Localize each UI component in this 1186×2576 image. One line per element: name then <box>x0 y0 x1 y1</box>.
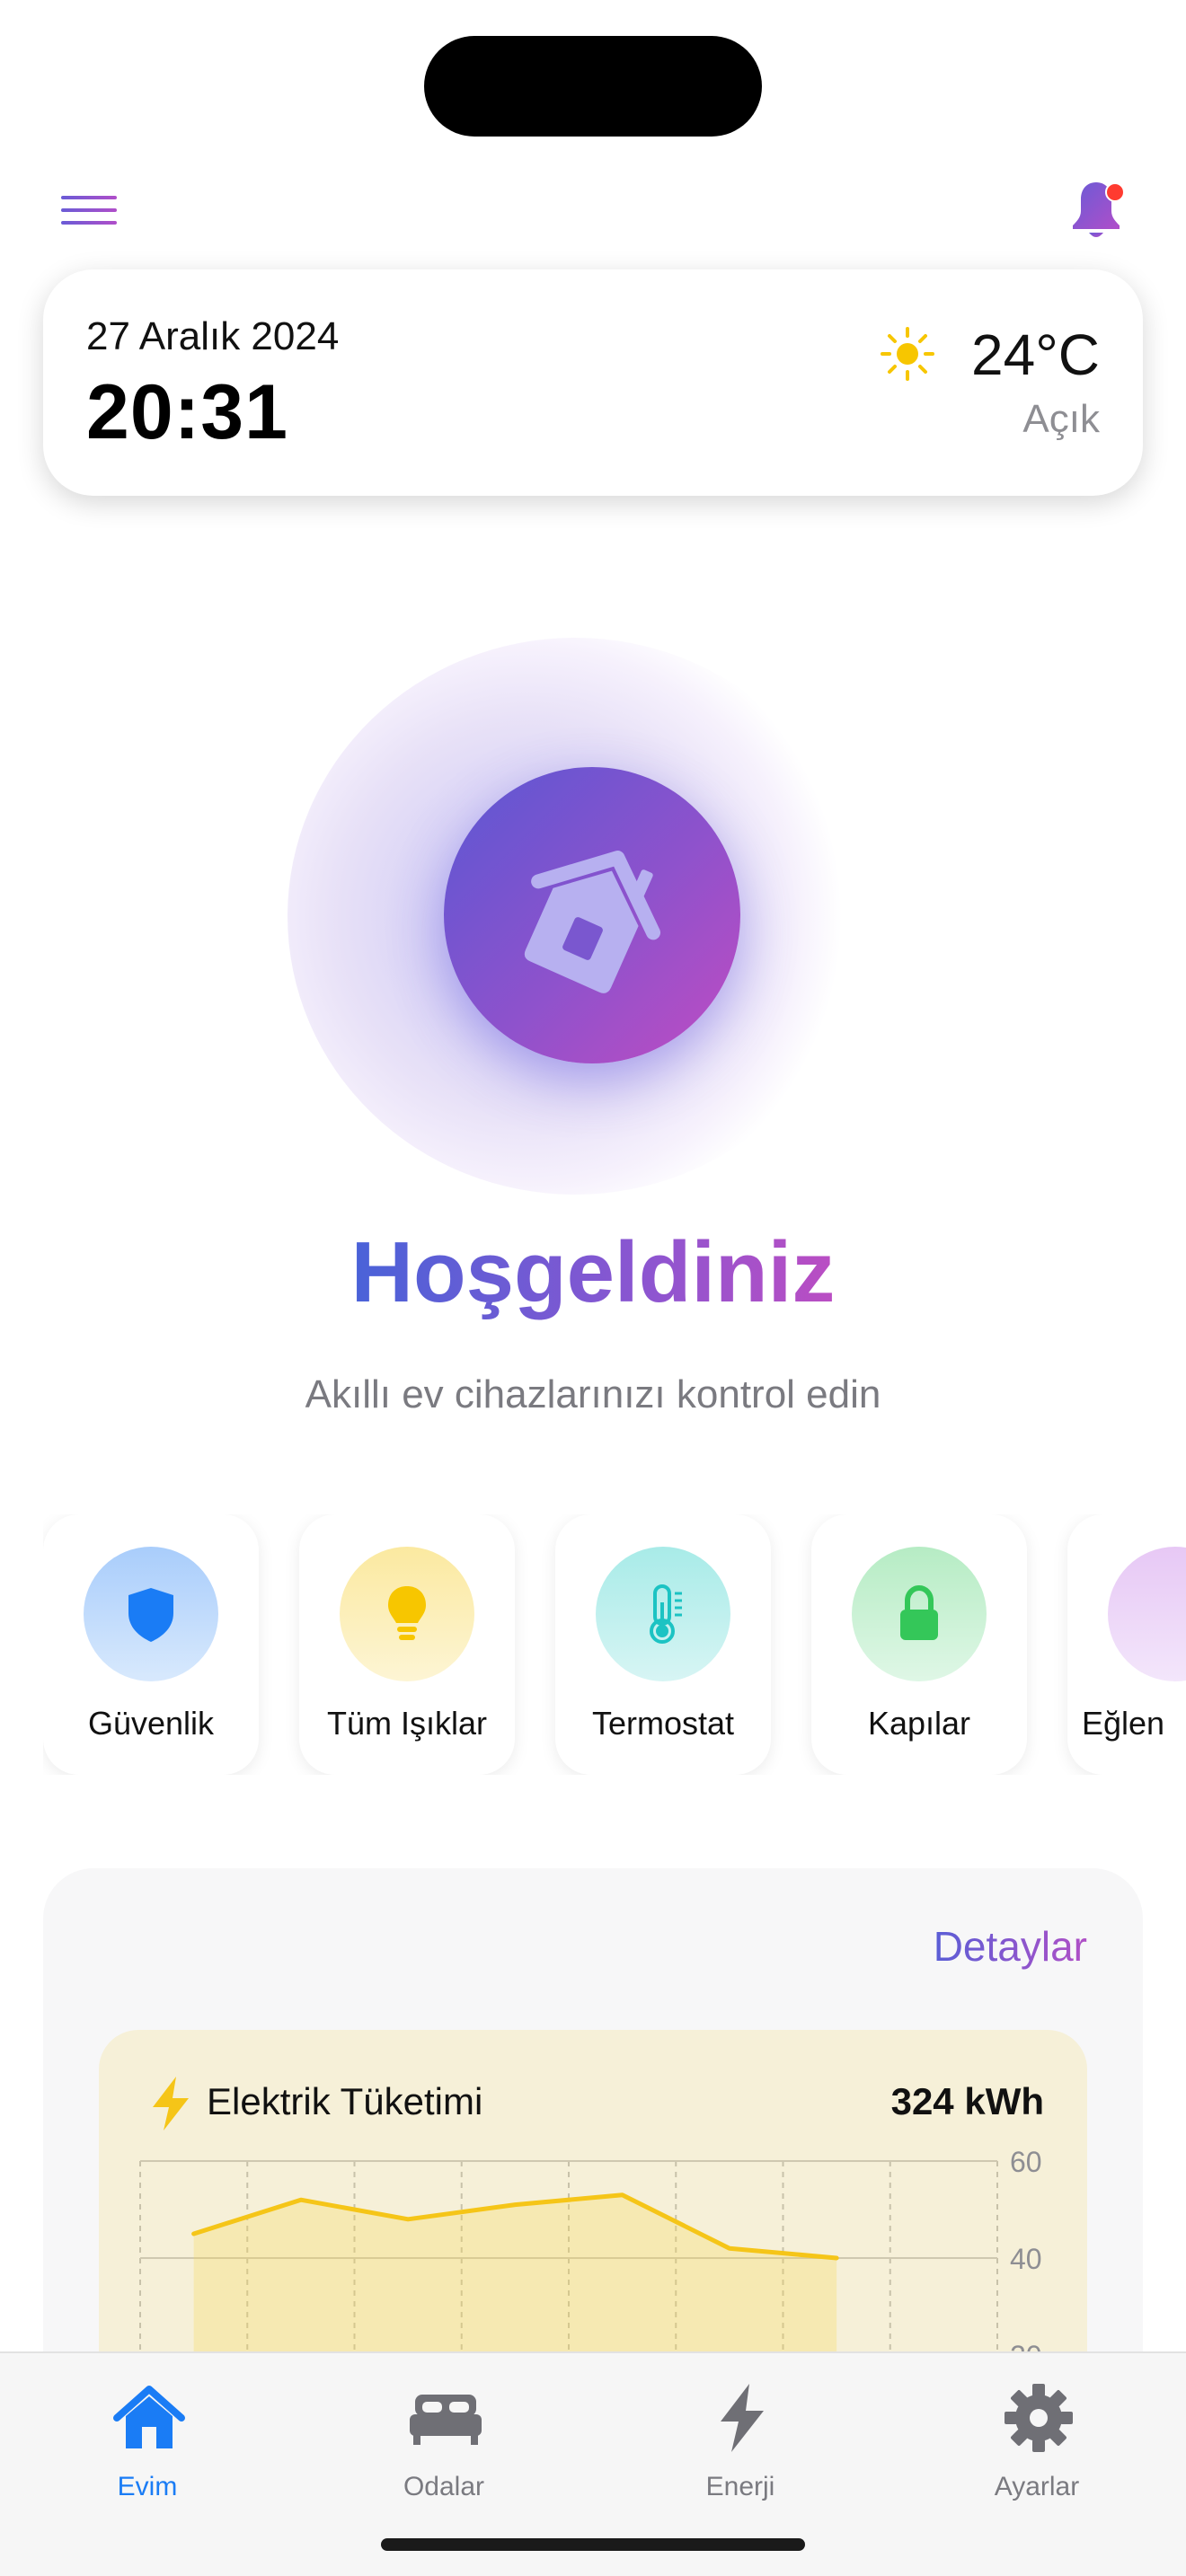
quick-action-lights[interactable]: Tüm Işıklar <box>299 1514 515 1775</box>
quick-action-icon-bg <box>852 1547 987 1681</box>
tab-home[interactable]: Evim <box>58 2369 237 2504</box>
temperature: 24°C <box>971 322 1100 387</box>
date-weather-card: 27 Aralık 2024 20:31 24°C Açık <box>43 269 1143 496</box>
quick-action-thermostat[interactable]: Termostat <box>555 1514 771 1775</box>
bed-icon <box>410 2395 482 2445</box>
quick-action-security[interactable]: Güvenlik <box>43 1514 259 1775</box>
house-icon <box>113 2386 185 2448</box>
dynamic-island <box>424 36 762 137</box>
quick-actions-row[interactable]: Güvenlik Tüm Işıklar Termostat Kapılar E… <box>43 1514 1186 1775</box>
quick-action-label: Tüm Işıklar <box>326 1705 487 1742</box>
notification-badge <box>1105 182 1125 202</box>
notification-button[interactable] <box>1060 175 1132 247</box>
quick-action-label: Eğlen <box>1082 1705 1165 1742</box>
quick-action-label: Termostat <box>591 1705 735 1742</box>
lightbulb-icon <box>388 1586 426 1640</box>
tab-label: Ayarlar <box>994 2472 1080 2501</box>
hamburger-menu-icon <box>61 196 117 199</box>
hamburger-line <box>61 208 117 212</box>
current-time: 20:31 <box>86 369 288 455</box>
quick-action-doors[interactable]: Kapılar <box>811 1514 1027 1775</box>
current-date: 27 Aralık 2024 <box>86 314 340 358</box>
hero-home-badge <box>444 767 740 1063</box>
details-link[interactable]: Detaylar <box>934 1922 1087 1971</box>
quick-action-label: Güvenlik <box>87 1705 215 1742</box>
app-screen: 27 Aralık 2024 20:31 24°C Açık Hoşgeldin… <box>0 0 1186 2576</box>
quick-action-icon-bg <box>596 1547 730 1681</box>
tab-energy[interactable]: Enerji <box>651 2369 830 2504</box>
chart-y-tick-label: 40 <box>1010 2243 1042 2275</box>
home-indicator <box>381 2538 805 2551</box>
chart-y-tick-label: 60 <box>1010 2146 1042 2178</box>
welcome-subtitle: Akıllı ev cihazlarınızı kontrol edin <box>305 1372 881 1416</box>
quick-action-icon-bg <box>340 1547 474 1681</box>
tab-label: Odalar <box>403 2472 485 2501</box>
bolt-icon <box>721 2384 764 2452</box>
welcome-title: Hoşgeldiniz <box>0 1223 1186 1322</box>
menu-button[interactable] <box>58 189 122 234</box>
tab-label: Enerji <box>705 2472 775 2501</box>
shield-icon <box>128 1588 173 1642</box>
lock-icon <box>900 1584 938 1640</box>
quick-action-entertainment[interactable]: Eğlen <box>1067 1514 1186 1775</box>
tab-rooms[interactable]: Odalar <box>354 2369 534 2504</box>
tab-label: Evim <box>117 2472 178 2501</box>
gear-icon <box>1005 2384 1073 2452</box>
hamburger-line <box>61 221 117 225</box>
quick-action-label: Kapılar <box>867 1705 971 1742</box>
quick-action-icon-bg <box>84 1547 218 1681</box>
home-icon <box>524 851 661 993</box>
weather-condition: Açık <box>1022 397 1100 441</box>
sun-icon <box>881 327 934 381</box>
tab-settings[interactable]: Ayarlar <box>947 2369 1127 2504</box>
entertainment-icon <box>1108 1547 1186 1681</box>
thermometer-icon <box>650 1584 682 1644</box>
